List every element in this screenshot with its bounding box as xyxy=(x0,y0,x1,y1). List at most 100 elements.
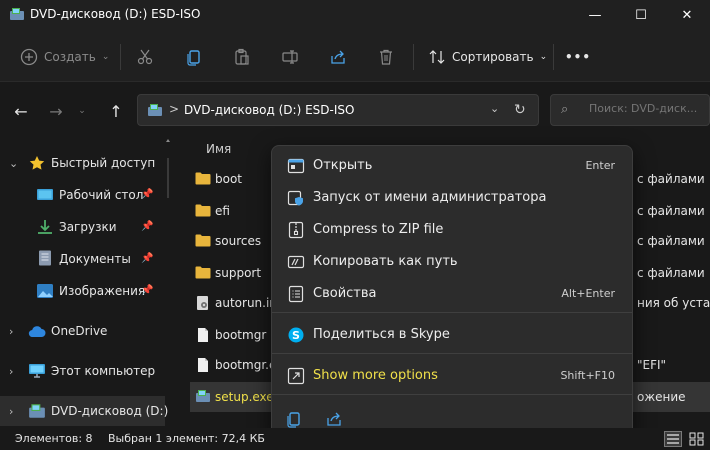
sidebar-item-downloads[interactable]: Загрузки 📌 xyxy=(0,212,165,242)
expand-chevron-icon[interactable]: › xyxy=(9,325,13,338)
status-bar: Элементов: 8 Выбран 1 элемент: 72,4 КБ xyxy=(0,428,710,450)
file-icon xyxy=(198,358,208,372)
search-input[interactable] xyxy=(589,102,709,115)
sidebar-item-quick-access[interactable]: ⌄ Быстрый доступ xyxy=(0,148,165,178)
sidebar-item-documents[interactable]: Документы 📌 xyxy=(0,244,165,274)
file-name: efi xyxy=(215,204,230,218)
divider xyxy=(553,44,554,70)
pin-icon[interactable]: 📌 xyxy=(141,253,153,264)
close-button[interactable]: ✕ xyxy=(664,0,710,30)
computer-icon xyxy=(29,364,45,378)
rename-button[interactable] xyxy=(281,44,299,70)
more-options-button[interactable]: ••• xyxy=(565,44,591,70)
sort-button[interactable]: Сортировать ⌄ xyxy=(428,44,547,70)
sidebar-item-pictures[interactable]: Изображения 📌 xyxy=(0,276,165,306)
search-icon: ⌕ xyxy=(561,102,569,117)
file-name: autorun.in xyxy=(215,296,277,310)
menu-item-label: Копировать как путь xyxy=(313,254,458,269)
forward-button[interactable]: → xyxy=(45,100,67,122)
menu-item-show-more-options[interactable]: Show more options Shift+F10 xyxy=(277,360,627,390)
zip-icon xyxy=(288,221,304,239)
sidebar-scrollbar[interactable] xyxy=(166,138,170,428)
refresh-icon[interactable]: ↻ xyxy=(514,102,526,118)
paste-button[interactable] xyxy=(233,44,251,70)
file-type: ожение xyxy=(637,390,686,404)
maximize-button[interactable]: ☐ xyxy=(618,0,664,30)
sidebar-item-label: Документы xyxy=(59,252,131,266)
copy-icon xyxy=(287,412,300,428)
expand-chevron-icon[interactable]: ⌄ xyxy=(9,157,18,170)
minimize-button[interactable]: — xyxy=(572,0,618,30)
file-name: setup.exe xyxy=(215,390,274,404)
sidebar-item-label: Рабочий стол xyxy=(59,188,144,202)
cut-button[interactable] xyxy=(136,44,154,70)
column-header-name[interactable]: Имя xyxy=(206,142,231,156)
menu-item-open[interactable]: Открыть Enter xyxy=(277,150,627,180)
window-title: DVD-дисковод (D:) ESD-ISO xyxy=(30,7,201,21)
file-icon xyxy=(198,328,208,342)
command-bar: Создать ⌄ Сортировать ⌄ ••• xyxy=(0,30,710,82)
divider xyxy=(413,44,414,70)
cloud-icon xyxy=(28,326,46,338)
context-menu: Открыть Enter Запуск от имени администра… xyxy=(271,145,633,440)
sidebar-item-onedrive[interactable]: › OneDrive xyxy=(0,316,165,346)
copy-icon xyxy=(187,50,200,66)
sidebar-item-this-pc[interactable]: › Этот компьютер xyxy=(0,356,165,386)
menu-item-shortcut: Enter xyxy=(585,159,615,172)
rename-icon xyxy=(282,50,298,64)
paste-icon xyxy=(235,48,249,65)
breadcrumb-separator[interactable]: > xyxy=(169,102,179,116)
address-bar[interactable]: > DVD-дисковод (D:) ESD-ISO ⌄ ↻ xyxy=(137,94,539,126)
share-icon xyxy=(327,412,341,426)
menu-item-run-as-admin[interactable]: Запуск от имени администратора xyxy=(277,182,627,212)
sort-button-label: Сортировать xyxy=(452,50,534,64)
file-type: с файлами xyxy=(637,204,705,218)
pin-icon[interactable]: 📌 xyxy=(141,221,153,232)
menu-item-label: Show more options xyxy=(313,368,438,383)
dvd-drive-icon xyxy=(29,404,45,418)
menu-item-shortcut: Alt+Enter xyxy=(561,287,615,300)
new-button[interactable]: Создать ⌄ xyxy=(20,44,109,70)
desktop-icon xyxy=(37,189,53,200)
share-button[interactable] xyxy=(329,44,347,70)
tiles-view-icon[interactable] xyxy=(688,431,706,447)
menu-item-properties[interactable]: Свойства Alt+Enter xyxy=(277,278,627,308)
pin-icon[interactable]: 📌 xyxy=(141,285,153,296)
menu-item-label: Открыть xyxy=(313,158,373,173)
recent-locations-chevron-icon[interactable]: ⌄ xyxy=(71,100,93,122)
chevron-down-icon: ⌄ xyxy=(539,52,548,62)
file-type: с файлами xyxy=(637,266,705,280)
sidebar-item-label: DVD-дисковод (D:) xyxy=(51,404,169,418)
menu-item-copy-as-path[interactable]: Копировать как путь xyxy=(277,246,627,276)
up-button[interactable]: ↑ xyxy=(105,100,127,122)
copy-path-icon xyxy=(287,255,305,269)
expand-chevron-icon[interactable]: › xyxy=(9,365,13,378)
menu-item-compress-zip[interactable]: Compress to ZIP file xyxy=(277,214,627,244)
pin-icon[interactable]: 📌 xyxy=(141,189,153,200)
copy-button[interactable] xyxy=(185,44,203,70)
sort-icon xyxy=(429,50,445,64)
status-item-count: Элементов: 8 xyxy=(15,432,93,445)
menu-separator xyxy=(272,394,632,395)
chevron-down-icon[interactable]: ⌄ xyxy=(490,102,499,115)
divider xyxy=(120,44,121,70)
sidebar-item-label: Изображения xyxy=(59,284,146,298)
address-path[interactable]: DVD-дисковод (D:) ESD-ISO xyxy=(184,103,354,117)
search-box[interactable]: ⌕ xyxy=(550,94,710,126)
sidebar-item-label: Этот компьютер xyxy=(51,364,156,378)
file-name: bootmgr.e xyxy=(215,358,277,372)
menu-item-share-skype[interactable]: S Поделиться в Skype xyxy=(277,319,627,349)
delete-button[interactable] xyxy=(377,44,395,70)
title-bar: DVD-дисковод (D:) ESD-ISO — ☐ ✕ xyxy=(0,0,710,30)
back-button[interactable]: ← xyxy=(10,100,32,122)
expand-chevron-icon[interactable]: › xyxy=(9,405,13,418)
file-type: ния об уста xyxy=(637,296,710,310)
file-name: sources xyxy=(215,234,262,248)
chevron-down-icon: ⌄ xyxy=(101,52,110,62)
sidebar-item-dvd-drive[interactable]: › DVD-дисковод (D:) xyxy=(0,396,169,426)
sidebar-item-desktop[interactable]: Рабочий стол 📌 xyxy=(0,180,165,210)
scissors-icon xyxy=(137,49,153,65)
details-view-icon[interactable] xyxy=(664,431,682,447)
show-more-icon xyxy=(287,367,305,385)
file-name: support xyxy=(215,266,262,280)
